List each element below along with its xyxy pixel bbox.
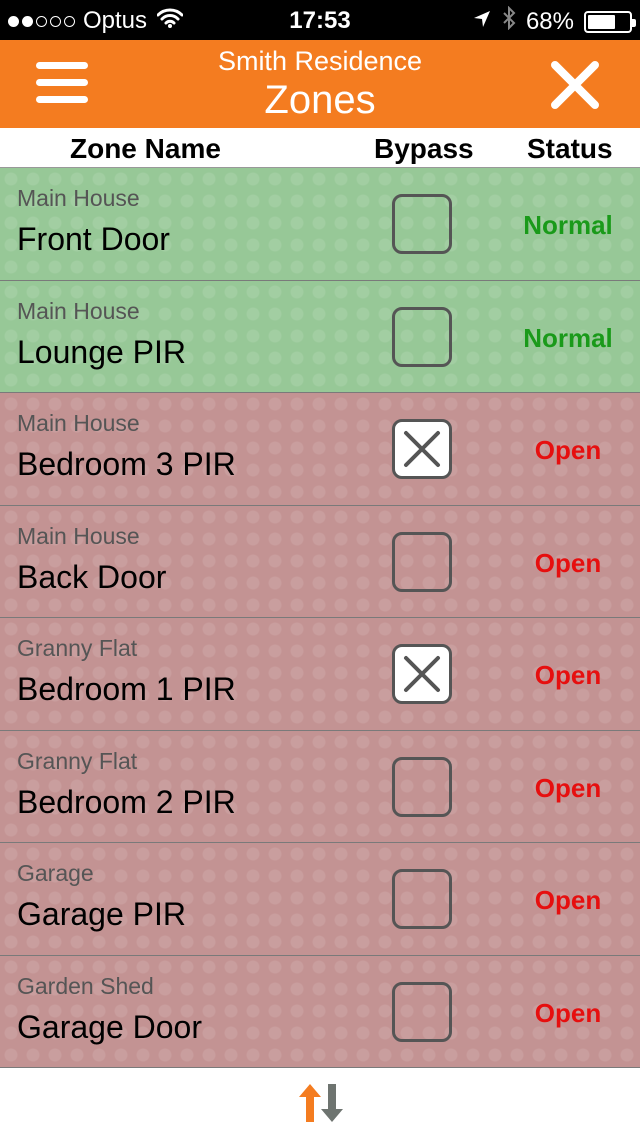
checkbox-x-mark-icon bbox=[404, 431, 440, 467]
zone-area: Garage bbox=[17, 860, 94, 886]
zone-area: Granny Flat bbox=[17, 747, 138, 774]
status-bar: Optus 17:53 68% bbox=[0, 0, 640, 40]
battery-level-fill bbox=[588, 14, 616, 29]
zone-name: Bedroom 2 PIR bbox=[17, 783, 236, 820]
zone-area: Main House bbox=[17, 185, 140, 211]
zone-name: Lounge PIR bbox=[17, 333, 187, 370]
zone-name: Back Door bbox=[17, 558, 167, 595]
battery-tip bbox=[632, 18, 636, 27]
status-icons: 68% bbox=[472, 5, 636, 37]
battery-icon bbox=[584, 10, 636, 33]
zone-area: Garden Shed bbox=[17, 972, 154, 999]
zone-name: Bedroom 3 PIR bbox=[17, 446, 236, 482]
zone-list: Main House Front Door Normal Main House … bbox=[0, 168, 640, 1068]
bypass-checkbox[interactable] bbox=[392, 419, 452, 479]
bypass-checkbox[interactable] bbox=[392, 981, 452, 1042]
bypass-checkbox[interactable] bbox=[392, 869, 452, 929]
zone-status: Open bbox=[534, 772, 602, 803]
bypass-checkbox[interactable] bbox=[392, 644, 452, 704]
bypass-checkbox[interactable] bbox=[392, 531, 452, 592]
column-header-zone-name: Zone Name bbox=[70, 133, 221, 164]
zone-area: Granny Flat bbox=[17, 635, 138, 661]
zone-name: Garage Door bbox=[17, 1008, 202, 1045]
zone-status: Open bbox=[534, 660, 602, 690]
zone-status: Open bbox=[534, 885, 602, 915]
zone-status: Open bbox=[534, 547, 602, 578]
residence-name: Smith Residence bbox=[217, 46, 423, 76]
bypass-checkbox[interactable] bbox=[392, 306, 452, 367]
checkbox-x-mark-icon bbox=[404, 656, 440, 692]
zone-area: Main House bbox=[17, 522, 140, 549]
bypass-checkbox[interactable] bbox=[392, 756, 452, 817]
zone-name: Bedroom 1 PIR bbox=[17, 671, 236, 707]
sort-arrows-icon[interactable] bbox=[296, 1082, 346, 1129]
zone-row[interactable]: Main House Back Door Open bbox=[0, 505, 640, 618]
bottom-bar bbox=[0, 1068, 640, 1136]
zone-row[interactable]: Main House Bedroom 3 PIR Open bbox=[0, 393, 640, 506]
column-headers: Zone Name Bypass Status bbox=[0, 128, 640, 168]
zone-row[interactable]: Garage Garage PIR Open bbox=[0, 843, 640, 956]
zone-row[interactable]: Granny Flat Bedroom 1 PIR Open bbox=[0, 618, 640, 731]
zone-area: Main House bbox=[17, 410, 140, 436]
app-header: Smith Residence Zones bbox=[0, 40, 640, 128]
zone-row[interactable]: Main House Lounge PIR Normal bbox=[0, 280, 640, 393]
zone-row[interactable]: Granny Flat Bedroom 2 PIR Open bbox=[0, 730, 640, 843]
bypass-checkbox[interactable] bbox=[392, 194, 452, 254]
zone-status: Open bbox=[534, 997, 602, 1028]
close-icon[interactable] bbox=[550, 60, 600, 110]
page-title: Zones bbox=[264, 78, 376, 122]
zone-area: Main House bbox=[17, 297, 140, 324]
zone-name: Garage PIR bbox=[17, 896, 186, 932]
column-header-bypass: Bypass bbox=[374, 133, 474, 164]
zone-status: Open bbox=[534, 435, 602, 465]
zone-name: Front Door bbox=[17, 221, 170, 257]
column-header-status: Status bbox=[527, 133, 613, 164]
battery-percent: 68% bbox=[525, 7, 574, 35]
zone-row[interactable]: Garden Shed Garage Door Open bbox=[0, 955, 640, 1068]
zone-row[interactable]: Main House Front Door Normal bbox=[0, 168, 640, 281]
bluetooth-icon bbox=[502, 5, 516, 37]
location-arrow-icon bbox=[472, 8, 492, 36]
zone-status: Normal bbox=[523, 210, 613, 240]
zone-status: Normal bbox=[523, 322, 613, 353]
